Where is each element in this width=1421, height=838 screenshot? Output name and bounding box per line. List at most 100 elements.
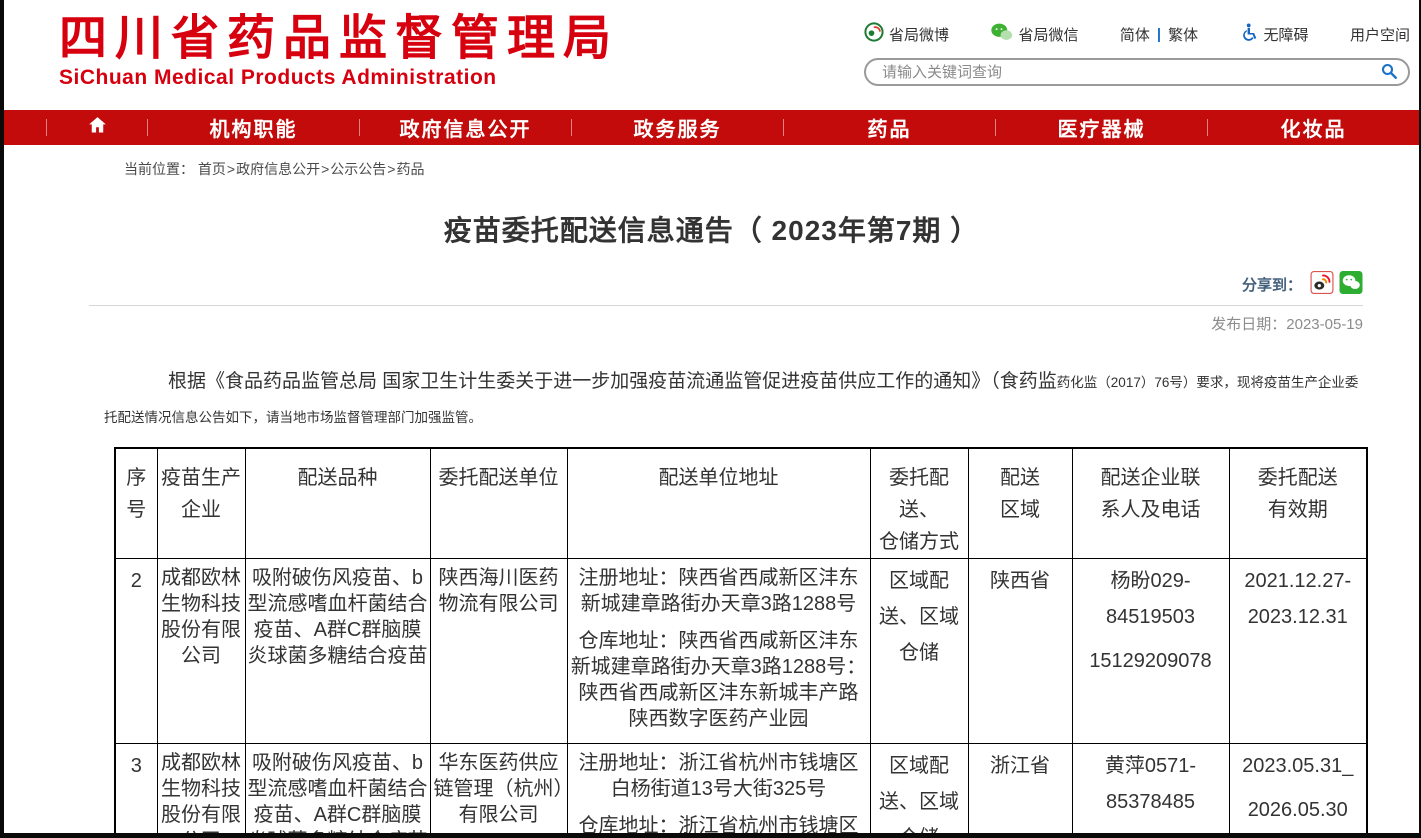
validity-line: 2023.05.31_ xyxy=(1232,748,1365,784)
user-space-label: 用户空间 xyxy=(1350,24,1410,45)
breadcrumb-home[interactable]: 首页 xyxy=(198,161,226,177)
share-row: 分享到： xyxy=(89,271,1363,297)
validity-line: 2023.12.31 xyxy=(1232,599,1365,635)
weibo-share-button[interactable] xyxy=(1310,271,1334,297)
cell-distributor: 华东医药供应链管理（杭州）有限公司 xyxy=(430,744,567,838)
main-nav: 机构职能 政府信息公开 政务服务 药品 医疗器械 化妆品 xyxy=(4,110,1419,145)
header-distributor: 委托配送单位 xyxy=(430,448,567,559)
cell-contact: 黄萍0571- 85378485 15288136891 xyxy=(1072,744,1229,838)
wechat-icon xyxy=(990,22,1013,46)
breadcrumb: 当前位置： 首页>政府信息公开>公示公告>药品 xyxy=(124,159,1419,179)
cell-producer: 成都欧林生物科技股份有限公司 xyxy=(157,744,245,838)
cell-distributor: 陕西海川医药物流有限公司 xyxy=(430,559,567,744)
cell-region: 陕西省 xyxy=(968,559,1072,744)
warehouse-address: 仓库地址：浙江省杭州市钱塘区白杨街道13号大街325号 xyxy=(570,813,868,838)
contact-line: 15129209078 xyxy=(1075,643,1227,679)
header-varieties: 配送品种 xyxy=(245,448,430,559)
cell-varieties: 吸附破伤风疫苗、b型流感嗜血杆菌结合疫苗、A群C群脑膜炎球菌多糖结合疫苗 xyxy=(245,744,430,838)
cell-region: 浙江省 xyxy=(968,744,1072,838)
nav-item-services[interactable]: 政务服务 xyxy=(572,113,783,142)
weibo-link[interactable]: 省局微博 xyxy=(864,22,949,46)
cell-mode: 区域配送、区域仓储 xyxy=(870,559,968,744)
nav-item-cosmetics[interactable]: 化妆品 xyxy=(1208,113,1419,142)
registered-address: 注册地址：陕西省西咸新区沣东新城建章路街办天章3路1288号 xyxy=(570,565,868,617)
header-tools: 省局微博 省局微信 简体 | 繁体 无障碍 xyxy=(864,22,1410,86)
contact-line: 85378485 xyxy=(1075,784,1227,820)
header-mode: 委托配 送、 仓储方式 xyxy=(870,448,968,559)
logo-subtitle: SiChuan Medical Products Administration xyxy=(59,66,619,90)
article-paragraph: 根据《食品药品监管总局 国家卫生计生委关于进一步加强疫苗流通监管促进疫苗供应工作… xyxy=(104,364,1363,435)
publish-date-value: 2023-05-19 xyxy=(1286,316,1363,333)
breadcrumb-gov-info[interactable]: 政府信息公开 xyxy=(236,161,320,177)
nav-item-drugs[interactable]: 药品 xyxy=(784,113,995,142)
header-producer: 疫苗生产 企业 xyxy=(157,448,245,559)
top-links: 省局微博 省局微信 简体 | 繁体 无障碍 xyxy=(864,22,1410,46)
search-bar xyxy=(864,58,1410,86)
share-label: 分享到： xyxy=(1242,274,1302,295)
nav-item-functions[interactable]: 机构职能 xyxy=(148,113,359,142)
nav-item-devices[interactable]: 医疗器械 xyxy=(996,113,1207,142)
wechat-link[interactable]: 省局微信 xyxy=(990,22,1078,46)
cell-mode: 区域配送、区域仓储 xyxy=(870,744,968,838)
header-contact: 配送企业联 系人及电话 xyxy=(1072,448,1229,559)
article-content: 分享到： 发布日期：2023-05-19 根据《食品药品监管总局 国家卫生计生委… xyxy=(89,271,1363,838)
cell-seq: 3 xyxy=(115,744,157,838)
search-icon xyxy=(1380,62,1398,83)
breadcrumb-separator: > xyxy=(226,161,236,177)
header-seq: 序 号 xyxy=(115,448,157,559)
wechat-link-label: 省局微信 xyxy=(1018,24,1078,45)
breadcrumb-separator: > xyxy=(320,161,330,177)
divider xyxy=(89,305,1363,306)
header-region: 配送 区域 xyxy=(968,448,1072,559)
search-input[interactable] xyxy=(882,64,1380,81)
table-row: 3 成都欧林生物科技股份有限公司 吸附破伤风疫苗、b型流感嗜血杆菌结合疫苗、A群… xyxy=(115,744,1367,838)
table-header-row: 序 号 疫苗生产 企业 配送品种 委托配送单位 配送单位地址 委托配 送、 仓储… xyxy=(115,448,1367,559)
validity-line: 2021.12.27- xyxy=(1232,563,1365,599)
nav-home[interactable] xyxy=(47,115,147,140)
warehouse-address: 仓库地址：陕西省西咸新区沣东新城建章路街办天章3路1288号：陕西省西咸新区沣东… xyxy=(570,628,868,732)
publish-date: 发布日期：2023-05-19 xyxy=(89,313,1363,334)
wechat-share-button[interactable] xyxy=(1339,271,1363,297)
language-switch: 简体 | 繁体 xyxy=(1120,24,1198,45)
cell-validity: 2021.12.27- 2023.12.31 xyxy=(1229,559,1367,744)
language-separator: | xyxy=(1155,26,1163,43)
breadcrumb-separator: > xyxy=(386,161,396,177)
cell-varieties: 吸附破伤风疫苗、b型流感嗜血杆菌结合疫苗、A群C群脑膜炎球菌多糖结合疫苗 xyxy=(245,559,430,744)
site-header: 四川省药品监督管理局 SiChuan Medical Products Admi… xyxy=(4,0,1419,110)
header-address: 配送单位地址 xyxy=(567,448,870,559)
traditional-link[interactable]: 繁体 xyxy=(1168,24,1198,45)
cell-address: 注册地址：陕西省西咸新区沣东新城建章路街办天章3路1288号 仓库地址：陕西省西… xyxy=(567,559,870,744)
page: 四川省药品监督管理局 SiChuan Medical Products Admi… xyxy=(0,0,1421,838)
cell-seq: 2 xyxy=(115,559,157,744)
weibo-share-icon xyxy=(1310,271,1334,297)
registered-address: 注册地址：浙江省杭州市钱塘区白杨街道13号大街325号 xyxy=(570,750,868,802)
publish-date-label: 发布日期： xyxy=(1211,316,1286,333)
contact-line: 15288136891 xyxy=(1075,828,1227,838)
user-space-link[interactable]: 用户空间 xyxy=(1350,24,1410,45)
accessibility-icon xyxy=(1240,22,1259,46)
cell-validity: 2023.05.31_ 2026.05.30 xyxy=(1229,744,1367,838)
validity-line: 2026.05.30 xyxy=(1232,792,1365,828)
contact-line: 84519503 xyxy=(1075,599,1227,635)
contact-line: 黄萍0571- xyxy=(1075,748,1227,784)
search-button[interactable] xyxy=(1380,62,1398,83)
page-title: 疫苗委托配送信息通告（ 2023年第7期 ） xyxy=(4,209,1419,249)
accessibility-link[interactable]: 无障碍 xyxy=(1240,22,1309,46)
table-row: 2 成都欧林生物科技股份有限公司 吸附破伤风疫苗、b型流感嗜血杆菌结合疫苗、A群… xyxy=(115,559,1367,744)
breadcrumb-label: 当前位置： xyxy=(124,161,194,177)
home-icon xyxy=(87,115,108,140)
simplified-link[interactable]: 简体 xyxy=(1120,24,1150,45)
paragraph-lead: 根据《食品药品监管总局 国家卫生计生委关于进一步加强疫苗流通监管促进疫苗供应工作… xyxy=(168,371,1057,392)
cell-producer: 成都欧林生物科技股份有限公司 xyxy=(157,559,245,744)
cell-address: 注册地址：浙江省杭州市钱塘区白杨街道13号大街325号 仓库地址：浙江省杭州市钱… xyxy=(567,744,870,838)
accessibility-label: 无障碍 xyxy=(1264,24,1309,45)
weibo-link-label: 省局微博 xyxy=(889,24,949,45)
cell-contact: 杨盼029- 84519503 15129209078 xyxy=(1072,559,1229,744)
site-logo[interactable]: 四川省药品监督管理局 SiChuan Medical Products Admi… xyxy=(59,14,619,90)
breadcrumb-announcements[interactable]: 公示公告 xyxy=(330,161,386,177)
breadcrumb-drugs[interactable]: 药品 xyxy=(396,161,424,177)
nav-item-gov-info[interactable]: 政府信息公开 xyxy=(360,113,571,142)
header-validity: 委托配送 有效期 xyxy=(1229,448,1367,559)
vaccine-delivery-table: 序 号 疫苗生产 企业 配送品种 委托配送单位 配送单位地址 委托配 送、 仓储… xyxy=(114,447,1368,838)
weibo-icon xyxy=(864,22,884,46)
